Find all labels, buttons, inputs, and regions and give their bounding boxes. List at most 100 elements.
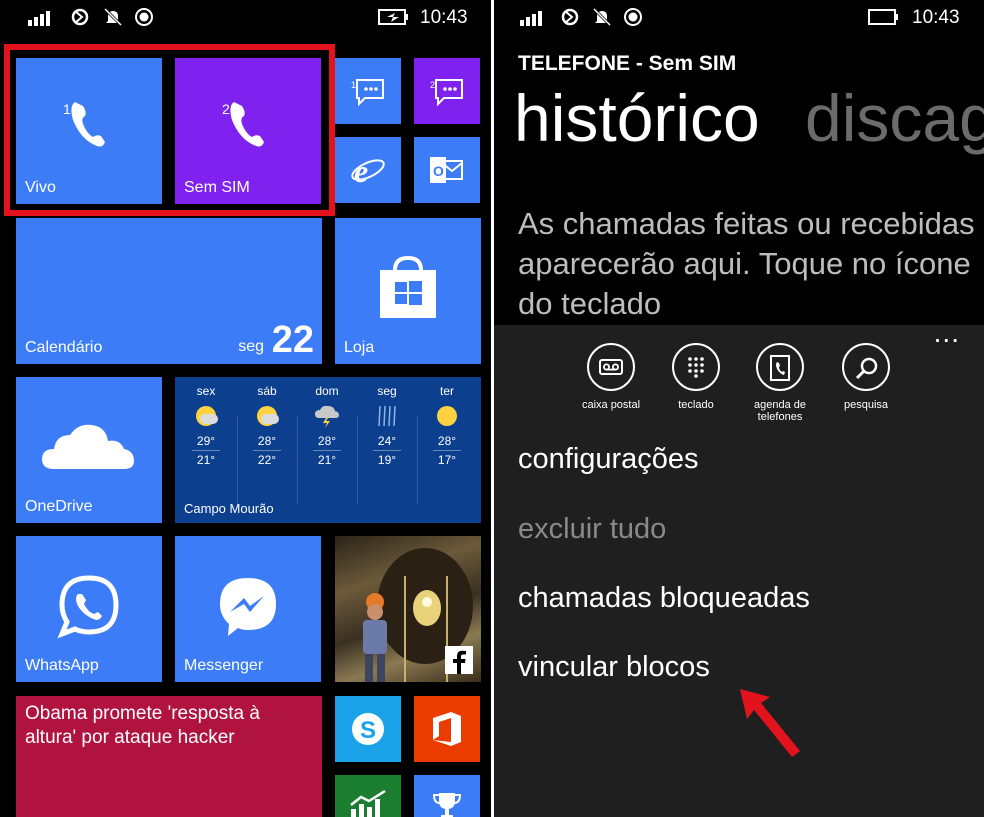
storm-icon xyxy=(315,405,339,428)
calendar-tile[interactable]: Calendário seg 22 xyxy=(16,218,322,364)
messenger-tile[interactable]: Messenger xyxy=(175,536,321,682)
highlight-box xyxy=(4,44,335,216)
weather-day: sex 29° 21° xyxy=(176,384,236,469)
chart-icon xyxy=(350,789,386,817)
money-tile[interactable] xyxy=(335,775,401,817)
weather-day: ter 28° 17° xyxy=(417,384,477,469)
menu-item-blocked-calls[interactable]: chamadas bloqueadas xyxy=(518,582,810,615)
keypad-button[interactable]: teclado xyxy=(656,343,736,411)
weather-day: sáb 28° 22° xyxy=(237,384,297,469)
phone-app-screen: 10:43 TELEFONE - Sem SIM histórico disca… xyxy=(494,0,984,817)
outlook-icon: O xyxy=(430,157,463,183)
weather-high: 28° xyxy=(317,434,337,448)
store-bag-icon xyxy=(380,256,436,318)
quiet-hours-icon xyxy=(103,7,123,27)
tile-label: Loja xyxy=(344,339,375,356)
location-icon xyxy=(624,8,642,26)
weather-low: 17° xyxy=(437,453,457,467)
calendar-day-number: 22 xyxy=(271,319,314,361)
status-bar: 10:43 xyxy=(494,0,984,36)
weather-day-name: sex xyxy=(196,384,216,398)
voicemail-button[interactable]: caixa postal xyxy=(571,343,651,411)
start-screen: 10:43 1 Vivo 2 Sem SIM 1 2 e O Calendári… xyxy=(0,0,491,817)
phonebook-icon xyxy=(756,343,804,391)
location-icon xyxy=(135,8,153,26)
games-tile[interactable] xyxy=(414,775,480,817)
internet-explorer-icon: e xyxy=(351,153,385,188)
weather-day: seg 24° 19° xyxy=(357,384,417,469)
app-title: TELEFONE - Sem SIM xyxy=(518,52,737,75)
weather-day-name: dom xyxy=(315,384,339,398)
phonebook-label: agenda de telefones xyxy=(754,399,806,423)
tile-label: WhatsApp xyxy=(25,657,99,674)
quiet-hours-icon xyxy=(592,7,612,27)
data-sync-icon xyxy=(71,8,89,26)
office-tile[interactable] xyxy=(414,696,480,762)
empty-history-message: As chamadas feitas ou recebidas aparecer… xyxy=(518,206,975,321)
menu-item-link-tiles[interactable]: vincular blocos xyxy=(518,651,710,684)
news-headline: Obama promete 'resposta à altura' por at… xyxy=(25,703,260,748)
news-tile[interactable]: Obama promete 'resposta à altura' por at… xyxy=(16,696,322,817)
phonebook-button[interactable]: agenda de telefones xyxy=(740,343,820,423)
message-icon: 2 xyxy=(430,79,463,106)
tile-label: Calendário xyxy=(25,339,103,356)
message-icon: 1 xyxy=(351,79,384,106)
weather-high: 24° xyxy=(377,434,397,448)
pivot-header-next[interactable]: discag xyxy=(805,80,984,156)
onedrive-tile[interactable]: OneDrive xyxy=(16,377,162,523)
partly-cloudy-icon xyxy=(257,406,279,426)
weather-day-name: ter xyxy=(439,384,454,398)
cloud-icon xyxy=(42,424,134,469)
skype-tile[interactable]: S xyxy=(335,696,401,762)
weather-tile[interactable]: sex 29° 21° sáb 28° 22° dom 28° 21° seg … xyxy=(175,377,481,523)
internet-explorer-tile[interactable]: e xyxy=(335,137,401,203)
weather-low: 22° xyxy=(257,453,277,467)
voicemail-icon xyxy=(587,343,635,391)
search-icon xyxy=(842,343,890,391)
partly-cloudy-icon xyxy=(196,406,218,426)
pivot-header-active[interactable]: histórico xyxy=(514,80,760,156)
messenger-icon xyxy=(220,578,276,636)
messaging-sim1-tile[interactable]: 1 xyxy=(335,58,401,124)
pointer-arrow-icon xyxy=(740,689,800,757)
battery-charging-icon xyxy=(378,9,408,25)
weather-day-name: sáb xyxy=(257,384,277,398)
menu-item-delete-all[interactable]: excluir tudo xyxy=(518,513,666,546)
svg-text:1: 1 xyxy=(351,80,356,90)
whatsapp-tile[interactable]: WhatsApp xyxy=(16,536,162,682)
voicemail-label: caixa postal xyxy=(581,399,641,411)
skype-icon: S xyxy=(352,713,384,745)
data-sync-icon xyxy=(561,8,579,26)
facebook-tile[interactable] xyxy=(335,536,481,682)
keypad-label: teclado xyxy=(678,399,714,411)
weather-low: 19° xyxy=(377,453,397,467)
weather-high: 29° xyxy=(196,434,216,448)
weather-day-name: seg xyxy=(377,384,397,398)
svg-text:S: S xyxy=(360,717,376,744)
status-bar: 10:43 xyxy=(0,0,491,36)
outlook-tile[interactable]: O xyxy=(414,137,480,203)
search-label: pesquisa xyxy=(843,399,889,411)
more-button[interactable]: ... xyxy=(934,317,960,349)
search-button[interactable]: pesquisa xyxy=(826,343,906,411)
battery-icon xyxy=(868,9,898,25)
signal-icon xyxy=(520,11,542,26)
menu-item-settings[interactable]: configurações xyxy=(518,443,699,476)
sun-icon xyxy=(437,406,457,426)
trophy-icon xyxy=(432,793,462,817)
status-time: 10:43 xyxy=(420,7,468,28)
whatsapp-icon xyxy=(57,575,119,639)
calendar-day-name: seg xyxy=(238,338,264,355)
office-icon xyxy=(433,712,461,746)
messaging-sim2-tile[interactable]: 2 xyxy=(414,58,480,124)
weather-low: 21° xyxy=(317,453,337,467)
status-time: 10:43 xyxy=(912,7,960,28)
svg-text:2: 2 xyxy=(430,80,435,90)
weather-high: 28° xyxy=(257,434,277,448)
signal-icon xyxy=(28,11,50,26)
store-tile[interactable]: Loja xyxy=(335,218,481,364)
weather-low: 21° xyxy=(196,453,216,467)
weather-location: Campo Mourão xyxy=(184,501,274,516)
tile-label: Messenger xyxy=(184,657,264,674)
tile-label: OneDrive xyxy=(25,498,93,515)
